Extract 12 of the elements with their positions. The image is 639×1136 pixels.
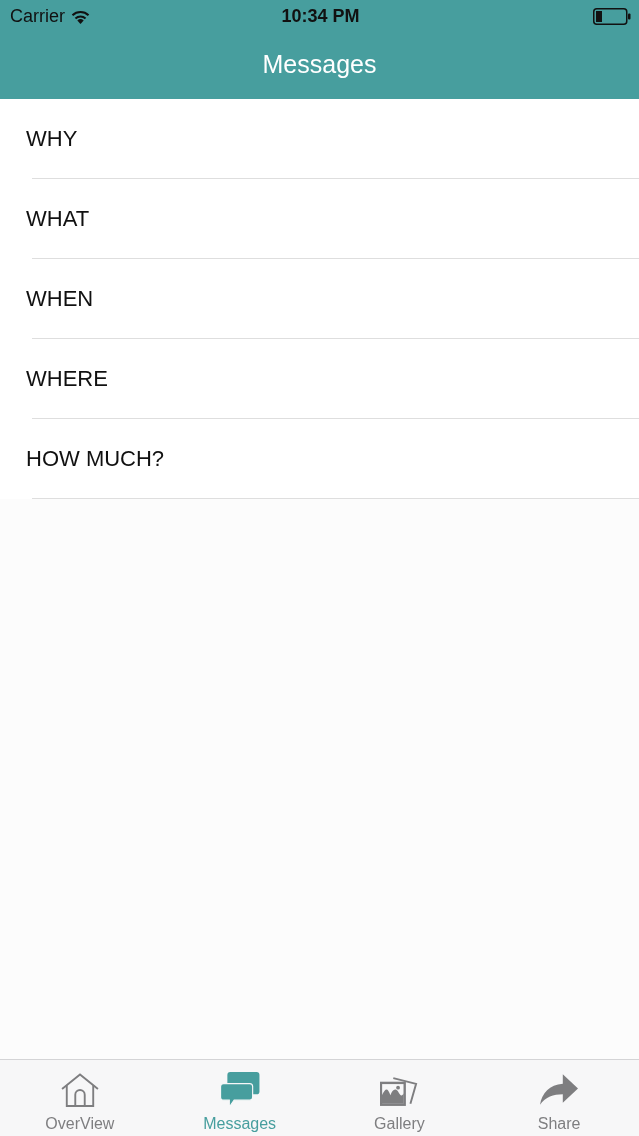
- photos-icon: [380, 1074, 419, 1107]
- wifi-icon: [71, 9, 90, 24]
- tab-item[interactable]: OverView: [0, 1060, 160, 1136]
- tab-item[interactable]: Share: [479, 1060, 639, 1136]
- battery-icon: [593, 8, 631, 25]
- tab-item[interactable]: Gallery: [319, 1060, 480, 1136]
- status-time: 10:34 PM: [281, 6, 360, 27]
- chat-bubbles-icon: [219, 1072, 260, 1107]
- carrier-label: Carrier: [10, 6, 65, 27]
- nav-title: Messages: [262, 50, 377, 79]
- house-icon: [60, 1073, 99, 1107]
- curved-arrow-icon: [540, 1074, 579, 1105]
